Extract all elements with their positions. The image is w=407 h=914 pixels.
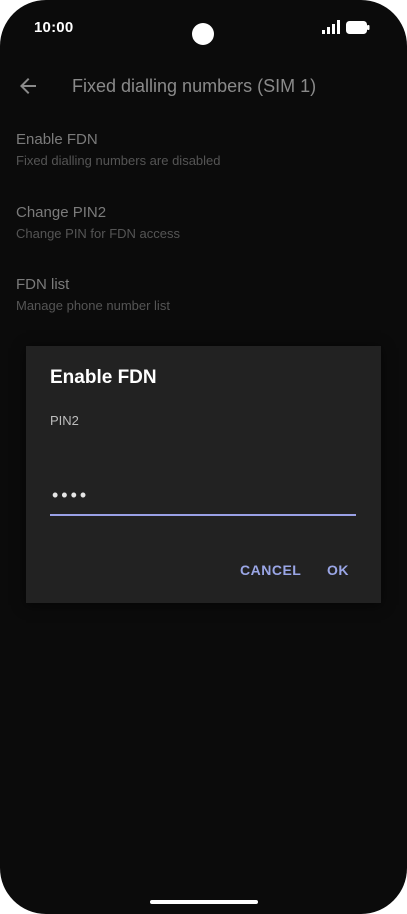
arrow-back-icon[interactable] <box>16 74 40 98</box>
pin2-input[interactable]: •••• <box>50 484 356 516</box>
status-bar: 10:00 <box>0 0 407 56</box>
battery-icon <box>346 21 370 34</box>
dialog-title: Enable FDN <box>50 367 157 388</box>
pref-title: Change PIN2 <box>16 204 107 221</box>
camera-cutout <box>192 23 214 45</box>
enable-fdn-dialog: Enable FDN PIN2 •••• CANCEL OK <box>26 346 381 603</box>
pref-title: FDN list <box>16 276 70 293</box>
ok-button[interactable]: OK <box>327 562 349 578</box>
page-title: Fixed dialling numbers (SIM 1) <box>72 76 317 96</box>
status-time: 10:00 <box>34 19 74 36</box>
app-bar: Fixed dialling numbers (SIM 1) <box>0 60 407 112</box>
pref-enable-fdn[interactable]: Enable FDN Fixed dialling numbers are di… <box>16 131 386 168</box>
pref-title: Enable FDN <box>16 131 98 148</box>
home-indicator[interactable] <box>150 900 258 904</box>
pref-summary: Change PIN for FDN access <box>16 226 181 241</box>
pref-summary: Manage phone number list <box>16 298 170 313</box>
pref-change-pin2[interactable]: Change PIN2 Change PIN for FDN access <box>16 204 386 241</box>
signal-icon <box>322 20 340 34</box>
pref-fdn-list[interactable]: FDN list Manage phone number list <box>16 276 386 313</box>
pref-summary: Fixed dialling numbers are disabled <box>16 153 221 168</box>
cancel-button[interactable]: CANCEL <box>240 562 301 578</box>
pin2-label: PIN2 <box>50 413 79 428</box>
phone-screen: 10:00 Fixed dialling numbers (SIM 1) Ena… <box>0 0 407 914</box>
pin2-value: •••• <box>52 485 90 505</box>
